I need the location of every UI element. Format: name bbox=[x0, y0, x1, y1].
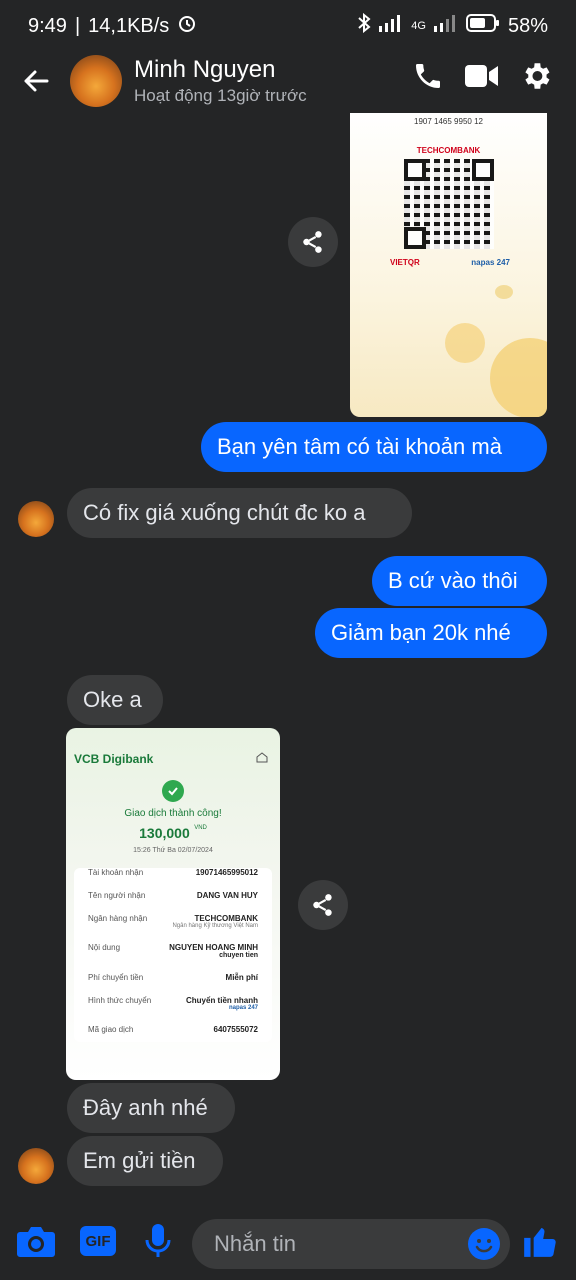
receipt-image-message[interactable]: VCB Digibank Giao dịch thành công! 130,0… bbox=[66, 728, 280, 1080]
message-bubble-outgoing[interactable]: Giảm bạn 20k nhé bbox=[315, 608, 547, 658]
alarm-icon bbox=[177, 13, 197, 39]
camera-button[interactable] bbox=[14, 1219, 58, 1263]
napas-logo: napas 247 bbox=[471, 258, 510, 267]
message-bubble-outgoing[interactable]: Bạn yên tâm có tài khoản mà bbox=[201, 422, 547, 472]
success-text: Giao dịch thành công! bbox=[124, 808, 222, 819]
contact-status: Hoạt động 13giờ trước bbox=[134, 86, 307, 105]
gif-button[interactable]: GIF bbox=[76, 1219, 120, 1263]
message-bubble-incoming[interactable]: Đây anh nhé bbox=[67, 1083, 235, 1133]
message-bubble-incoming[interactable]: Oke a bbox=[67, 675, 163, 725]
message-list[interactable]: 1907 1465 9950 12 TECHCOMBANK VIETQR nap… bbox=[0, 110, 576, 1202]
message-input-placeholder: Nhắn tin bbox=[214, 1231, 296, 1256]
receipt-row: Tên người nhận DANG VAN HUY bbox=[88, 891, 258, 900]
avatar[interactable] bbox=[70, 55, 122, 107]
transaction-datetime: 15:26 Thứ Ba 02/07/2024 bbox=[133, 847, 213, 854]
qr-code bbox=[404, 159, 494, 249]
microphone-icon bbox=[145, 1224, 171, 1257]
coin-decoration-2 bbox=[490, 338, 547, 417]
status-bar: 9:49 | 14,1KB/s 4G 58% bbox=[0, 0, 576, 52]
vietqr-logo: VIETQR bbox=[390, 258, 420, 267]
emoji-button[interactable] bbox=[468, 1228, 500, 1260]
amount: 130,000 bbox=[139, 825, 190, 841]
back-button[interactable] bbox=[18, 63, 54, 99]
receipt-row: Tài khoản nhận 19071465995012 bbox=[88, 868, 258, 877]
vcb-logo: VCB Digibank bbox=[74, 752, 154, 766]
settings-button[interactable] bbox=[518, 58, 554, 94]
share-icon bbox=[313, 894, 332, 916]
call-button[interactable] bbox=[410, 58, 446, 94]
message-bubble-outgoing[interactable]: B cứ vào thôi bbox=[372, 556, 547, 606]
message-input[interactable]: Nhắn tin bbox=[192, 1219, 510, 1269]
share-button[interactable] bbox=[288, 217, 338, 267]
bluetooth-icon bbox=[357, 12, 371, 39]
gear-icon bbox=[525, 63, 550, 89]
message-bubble-incoming[interactable]: Em gửi tiền bbox=[67, 1136, 223, 1186]
battery-percent: 58% bbox=[507, 14, 548, 37]
video-call-button[interactable] bbox=[464, 58, 500, 94]
status-speed: 14,1KB/s bbox=[88, 14, 170, 37]
avatar[interactable] bbox=[18, 501, 54, 537]
qr-bank-name: TECHCOMBANK bbox=[416, 146, 481, 155]
arrow-left-icon bbox=[24, 70, 49, 92]
microphone-button[interactable] bbox=[136, 1219, 180, 1263]
receipt-details: Tài khoản nhận 19071465995012 Tên người n… bbox=[74, 868, 272, 1042]
receipt-row: Mã giao dịch 6407555072 bbox=[88, 1025, 258, 1034]
emoji-icon bbox=[475, 1239, 493, 1253]
thumbs-up-icon bbox=[524, 1227, 556, 1257]
coin-decoration-3 bbox=[495, 285, 513, 299]
chat-header: Minh Nguyen Hoạt động 13giờ trước bbox=[0, 52, 576, 110]
gif-icon: GIF bbox=[80, 1226, 116, 1256]
receipt-row: Phí chuyển tiền Miễn phí bbox=[88, 973, 258, 982]
receipt-row: Hình thức chuyển Chuyển tiền nhanh bbox=[88, 996, 258, 1005]
battery-icon bbox=[465, 14, 500, 38]
signal-icon-2 bbox=[433, 14, 458, 38]
qr-account-number: 1907 1465 9950 12 bbox=[414, 117, 483, 126]
phone-icon bbox=[416, 64, 440, 88]
receipt-row: Ngân hàng nhận TECHCOMBANK bbox=[88, 914, 258, 923]
success-check-icon bbox=[162, 780, 184, 802]
avatar[interactable] bbox=[18, 1148, 54, 1184]
network-label: 4G bbox=[411, 20, 426, 32]
like-button[interactable] bbox=[518, 1219, 562, 1263]
message-bubble-incoming[interactable]: Có fix giá xuống chút đc ko a bbox=[67, 488, 412, 538]
camera-icon bbox=[17, 1227, 55, 1257]
share-button[interactable] bbox=[298, 880, 348, 930]
share-icon bbox=[303, 231, 322, 253]
currency: VND bbox=[194, 825, 207, 831]
contact-name: Minh Nguyen bbox=[134, 56, 276, 83]
coin-decoration bbox=[445, 323, 485, 363]
status-time: 9:49 bbox=[28, 14, 67, 37]
contact-info[interactable]: Minh Nguyen Hoạt động 13giờ trước bbox=[134, 56, 307, 106]
qr-image-message[interactable]: 1907 1465 9950 12 TECHCOMBANK VIETQR nap… bbox=[350, 113, 547, 417]
receipt-row: Nội dung NGUYEN HOANG MINH bbox=[88, 943, 258, 952]
signal-icon bbox=[379, 14, 403, 38]
home-icon bbox=[256, 750, 268, 768]
message-composer: GIF Nhắn tin bbox=[0, 1202, 576, 1280]
video-icon bbox=[465, 65, 498, 87]
